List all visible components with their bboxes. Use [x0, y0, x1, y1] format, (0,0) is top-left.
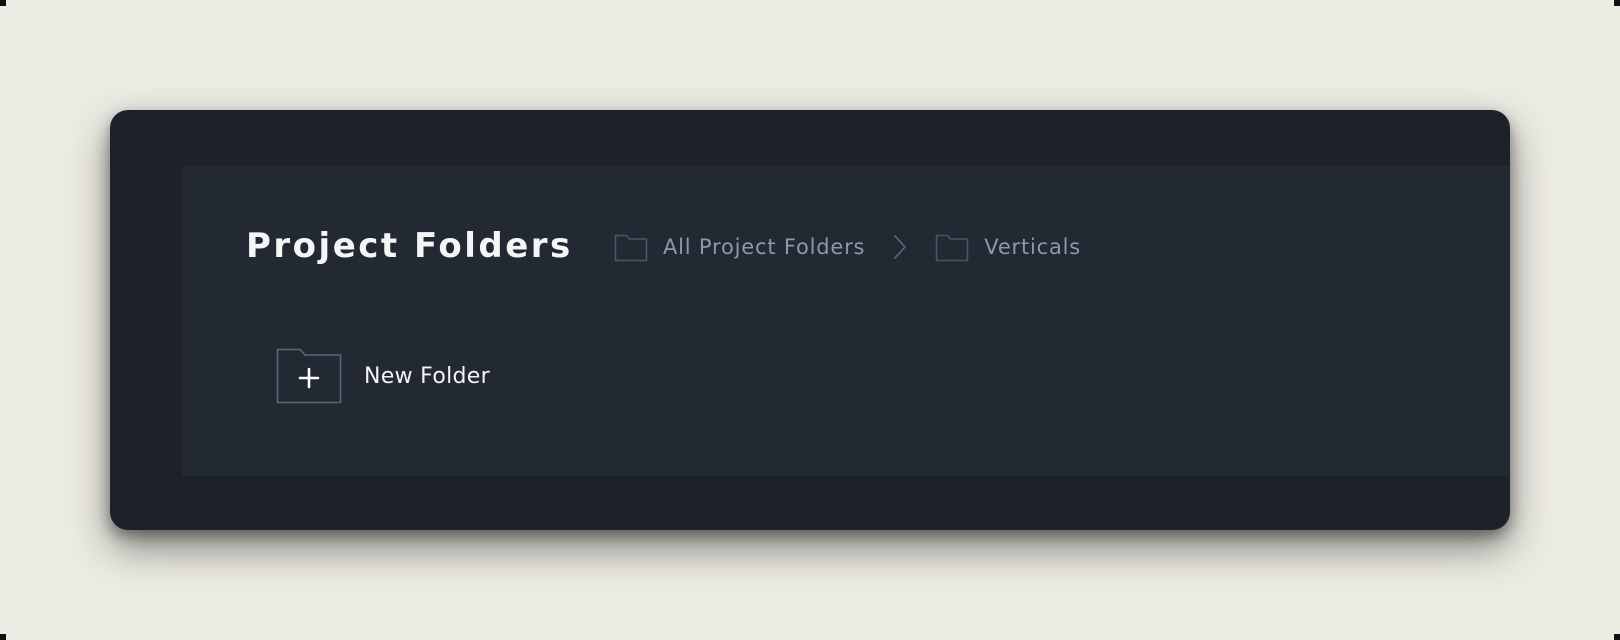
folder-plus-icon	[276, 348, 342, 404]
app-window: Project Folders All Project Folders Vert…	[110, 110, 1510, 530]
breadcrumb-item-label: All Project Folders	[663, 235, 866, 259]
new-folder-button[interactable]: New Folder	[276, 348, 490, 404]
corner-marker	[1614, 634, 1620, 640]
corner-marker	[0, 634, 6, 640]
breadcrumb-item-all-project-folders[interactable]: All Project Folders	[614, 232, 865, 262]
corner-marker	[0, 0, 6, 6]
breadcrumb-item-verticals[interactable]: Verticals	[935, 232, 1081, 262]
folder-icon	[935, 234, 969, 262]
page-title: Project Folders	[246, 226, 573, 266]
folder-icon	[614, 234, 648, 262]
chevron-right-icon	[894, 235, 907, 259]
new-folder-label: New Folder	[364, 363, 490, 389]
project-folders-panel: Project Folders All Project Folders Vert…	[182, 166, 1510, 476]
breadcrumb: All Project Folders Verticals	[614, 232, 1081, 262]
corner-marker	[1614, 0, 1620, 6]
breadcrumb-item-label: Verticals	[984, 235, 1082, 259]
